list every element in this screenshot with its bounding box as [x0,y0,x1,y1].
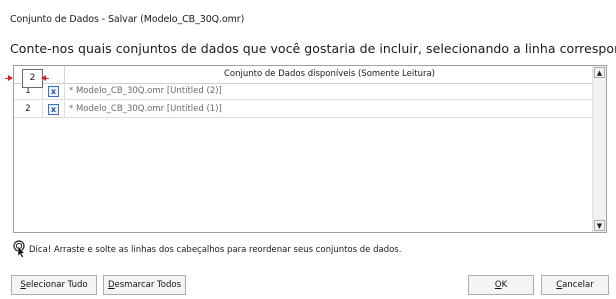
header-check-column [43,66,65,83]
header-dataset-title[interactable]: Conjunto de Dados disponíveis (Somente L… [65,66,594,83]
hint-text: Dica! Arraste e solte as linhas dos cabe… [29,245,402,255]
select-all-label: elecionar Tudo [25,280,88,290]
cancel-label: ancelar [562,280,594,290]
hand-pointer-icon [13,240,25,258]
table-row[interactable]: 1 x * Modelo_CB_30Q.omr [Untitled (2)] [14,83,594,100]
drop-marker-right-icon [41,75,49,81]
scroll-up-icon[interactable]: ▲ [594,67,605,78]
deselect-all-label: esmarcar Todos [114,280,182,290]
dataset-checkbox[interactable]: x [48,86,59,97]
cancel-button[interactable]: Cancelar [541,275,609,295]
scroll-down-icon[interactable]: ▼ [594,220,605,231]
dataset-checkbox[interactable]: x [48,104,59,115]
row-number[interactable]: 2 [14,101,43,118]
check-x-icon: x [50,105,57,114]
drop-marker-left-icon [5,75,13,81]
grid-header: 2 Conjunto de Dados disponíveis (Somente… [5,66,594,88]
dialog-title: Conjunto de Dados - Salvar (Modelo_CB_30… [10,14,245,25]
table-row[interactable]: 2 x * Modelo_CB_30Q.omr [Untitled (1)] [14,101,594,118]
instruction-text: Conte-nos quais conjuntos de dados que v… [10,41,616,56]
ok-button[interactable]: OK [468,275,534,295]
dataset-name: * Modelo_CB_30Q.omr [Untitled (1)] [69,104,222,114]
datasets-grid[interactable]: 2 Conjunto de Dados disponíveis (Somente… [5,65,607,233]
row-check-cell[interactable]: x [43,83,65,100]
deselect-all-button[interactable]: Desmarcar Todos [103,275,186,295]
row-check-cell[interactable]: x [43,101,65,118]
dataset-name: * Modelo_CB_30Q.omr [Untitled (2)] [69,86,222,96]
check-x-icon: x [50,87,57,96]
vertical-scrollbar[interactable]: ▲ ▼ [592,66,606,232]
ok-label: K [501,280,508,290]
dialog-titlebar: Conjunto de Dados - Salvar (Modelo_CB_30… [0,0,616,38]
ok-mnemonic: O [494,280,502,290]
select-all-button[interactable]: Selecionar Tudo [11,275,97,295]
dragged-row-header[interactable]: 2 [22,69,43,88]
